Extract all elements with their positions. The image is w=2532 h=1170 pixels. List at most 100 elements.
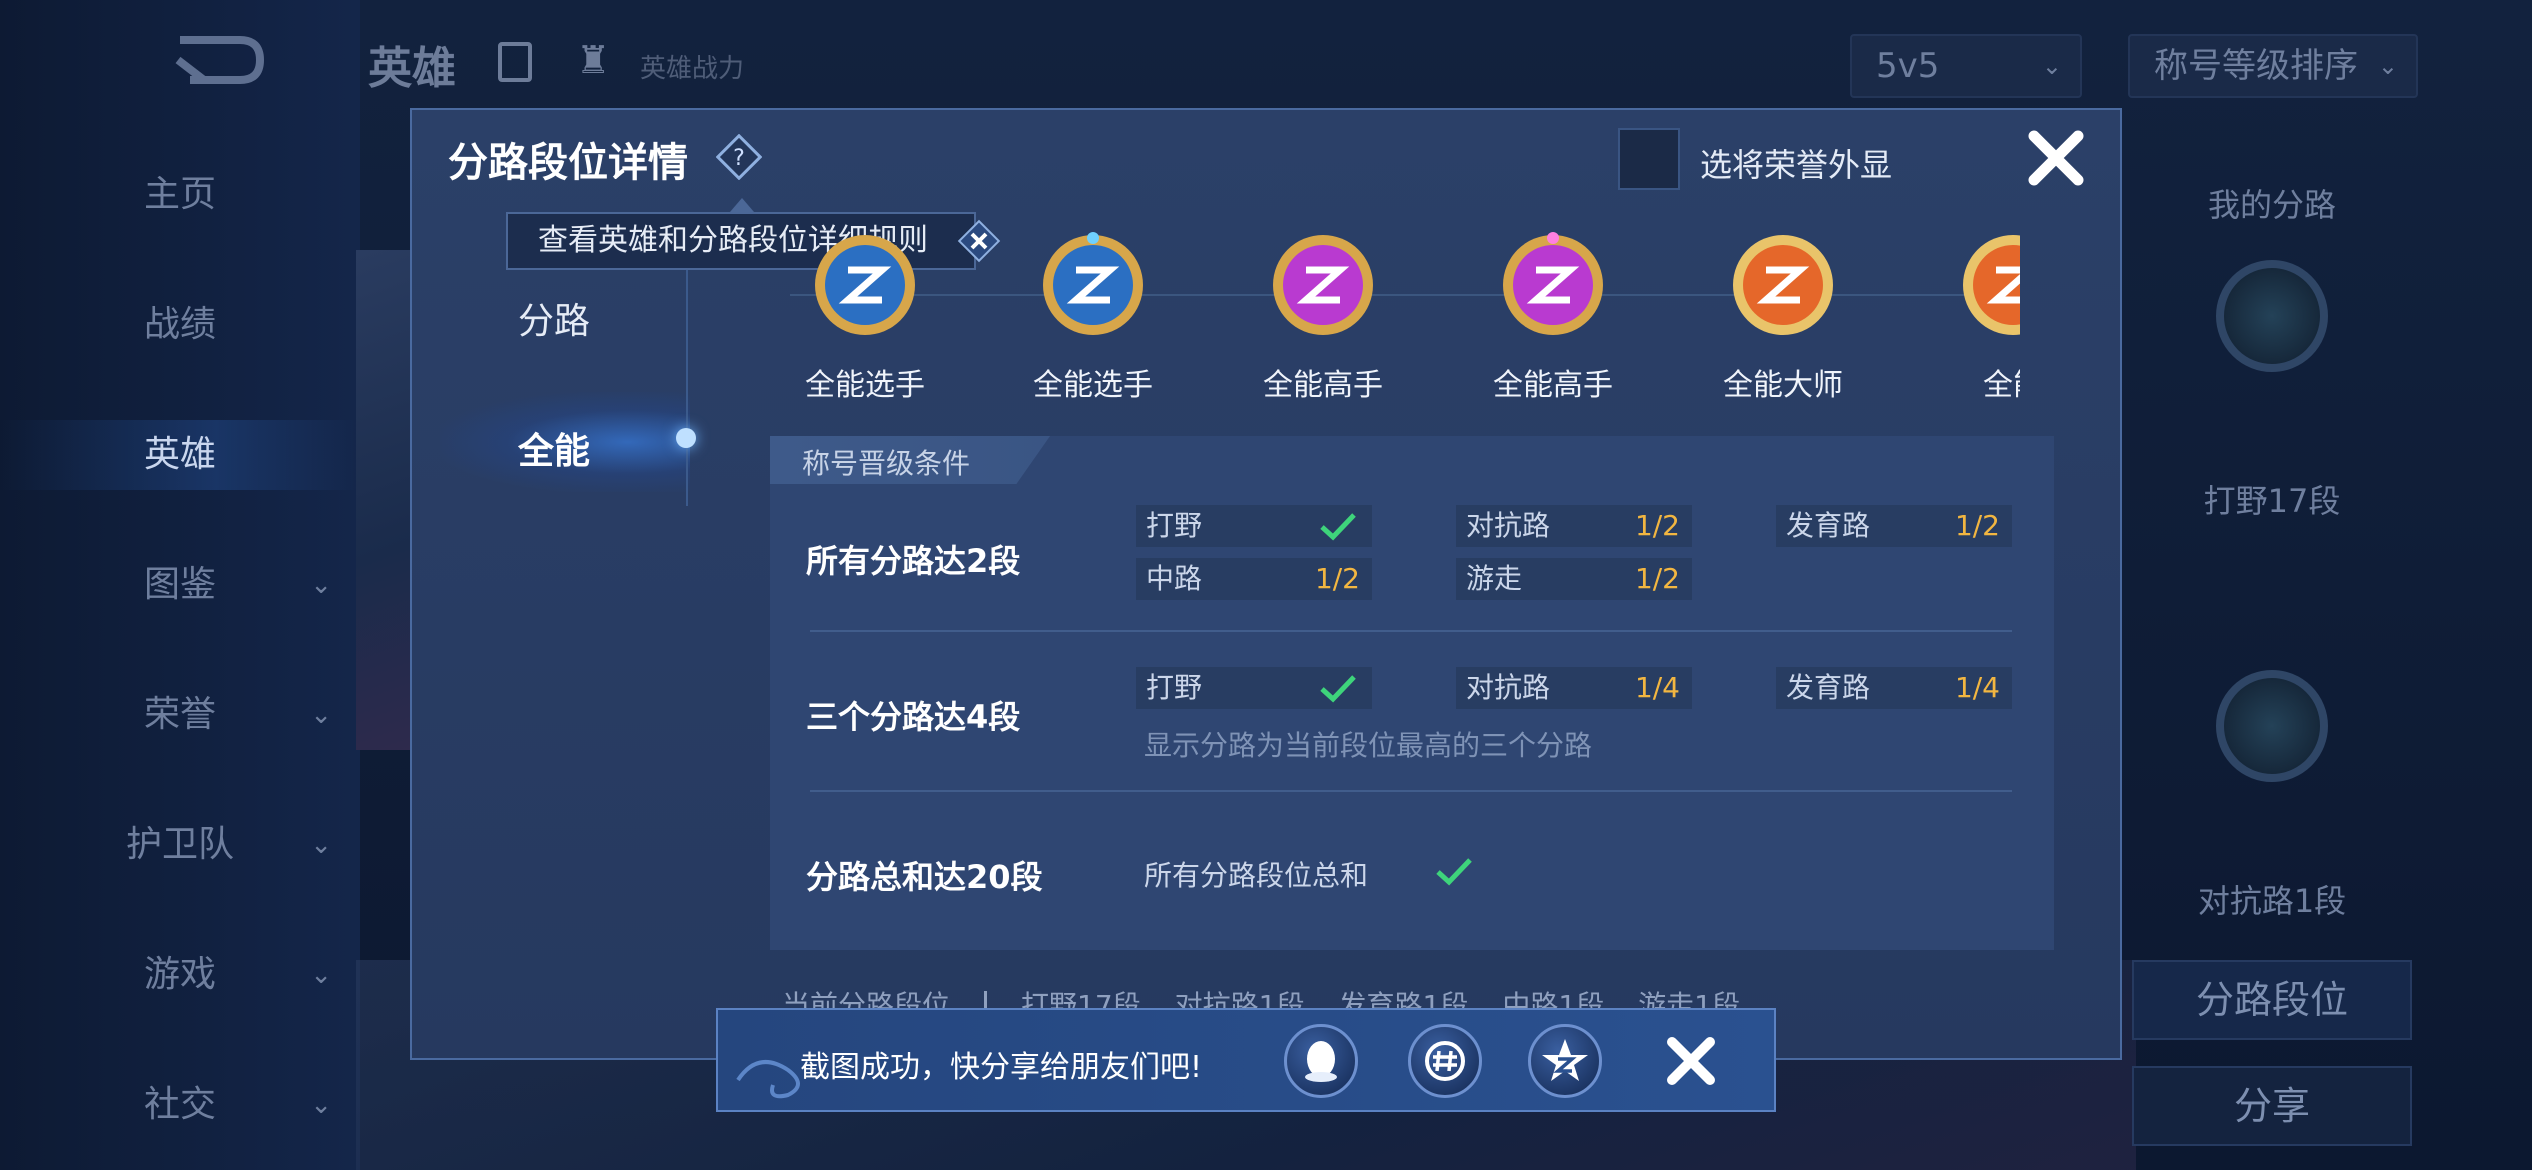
chevron-down-icon: ⌄ (310, 1090, 332, 1120)
hash-icon (1425, 1041, 1465, 1081)
condition-chip: 打野 (1136, 505, 1372, 547)
helmet-icon: ♜ (576, 38, 611, 82)
chevron-down-icon: ⌄ (310, 960, 332, 990)
chip-progress: 1/4 (1954, 671, 2000, 704)
topbar-title: 英雄 (368, 43, 456, 94)
check-icon (1436, 858, 1472, 886)
condition-divider (810, 790, 2012, 792)
chip-label: 发育路 (1786, 671, 1871, 704)
chevron-down-icon: ⌄ (310, 830, 332, 860)
badge-item[interactable]: 全能选手 (790, 222, 940, 412)
condition-divider (810, 630, 2012, 632)
hero-power-label[interactable]: 英雄战力 (640, 48, 744, 85)
share-qq-button[interactable] (1284, 1024, 1358, 1098)
chip-progress: 1/2 (1634, 509, 1680, 542)
nav-item-hero[interactable]: 英雄 (0, 420, 360, 490)
badge-item[interactable]: 全能选手 (1018, 222, 1168, 412)
badge-item[interactable]: 全能高手 (1248, 222, 1398, 412)
chip-progress: 1/2 (1314, 562, 1360, 595)
document-icon[interactable] (498, 42, 532, 82)
mode-dropdown[interactable]: 5v5 ⌄ (1850, 34, 2082, 98)
nav-item-guard[interactable]: 护卫队 ⌄ (0, 810, 360, 880)
nav-item-label: 战绩 (143, 304, 216, 345)
chevron-down-icon: ⌄ (310, 570, 332, 600)
clash-emblem-icon (2216, 670, 2328, 782)
qq-icon (1305, 1041, 1337, 1082)
nav-item-honor[interactable]: 荣誉 ⌄ (0, 680, 360, 750)
badge-name: 全能高手 (1493, 368, 1613, 403)
nav-item-label: 护卫队 (125, 824, 234, 865)
toast-message: 截图成功，快分享给朋友们吧! (800, 1050, 1203, 1085)
chip-progress: 1/2 (1954, 509, 2000, 542)
chip-label: 游走 (1466, 562, 1523, 595)
nav-item-social[interactable]: 社交 ⌄ (0, 1070, 360, 1140)
share-qzone-button[interactable] (1528, 1024, 1602, 1098)
condition-title: 三个分路达4段 (806, 698, 1021, 736)
sort-dropdown[interactable]: 称号等级排序 ⌄ (2128, 34, 2418, 98)
right-panel: 我的分路 打野17段 对抗路1段 分路段位 分享 (2132, 150, 2412, 1150)
condition-chip: 发育路 1/2 (1776, 505, 2012, 547)
allround-badge-blue-icon (1043, 232, 1143, 335)
honor-display-label: 选将荣誉外显 (1700, 146, 1893, 184)
nav-item-home[interactable]: 主页 (0, 160, 360, 230)
badge-name: 全能选手 (1033, 368, 1153, 403)
close-icon[interactable] (2020, 122, 2092, 194)
nav-item-record[interactable]: 战绩 (0, 290, 360, 360)
share-button[interactable]: 分享 (2132, 1066, 2412, 1146)
chip-label: 对抗路 (1466, 509, 1551, 542)
badge-name: 全能 (1983, 368, 2020, 403)
chevron-down-icon: ⌄ (2041, 52, 2062, 80)
condition-chip: 发育路 1/4 (1776, 667, 2012, 709)
sort-dropdown-value: 称号等级排序 (2154, 46, 2358, 86)
conditions-header: 称号晋级条件 (802, 447, 971, 480)
allround-badge-purple-icon (1503, 232, 1603, 335)
condition-chip: 对抗路 1/2 (1456, 505, 1692, 547)
lane-rank-button[interactable]: 分路段位 (2132, 960, 2412, 1040)
condition-title: 所有分路达2段 (806, 542, 1021, 580)
allround-badge-orange-icon (1733, 235, 1833, 335)
badge-item[interactable]: 全能 (1938, 222, 2020, 412)
condition-title: 分路总和达20段 (806, 858, 1043, 896)
jungle-rank: 打野17段 (2203, 482, 2341, 520)
tab-lane[interactable]: 分路 (518, 292, 590, 344)
help-icon[interactable]: ? (716, 134, 762, 180)
honor-display-checkbox[interactable] (1618, 128, 1680, 190)
badge-item[interactable]: 全能大师 (1708, 222, 1858, 412)
condition-chip: 中路 1/2 (1136, 558, 1372, 600)
chip-label: 中路 (1146, 562, 1203, 595)
my-lane-title: 我的分路 (2207, 186, 2336, 224)
chevron-down-icon: ⌄ (310, 700, 332, 730)
nav-item-label: 图鉴 (143, 564, 216, 605)
tab-indicator (676, 428, 696, 448)
nav-item-label: 主页 (143, 174, 216, 215)
condition-chip: 游走 1/2 (1456, 558, 1692, 600)
svg-text:?: ? (733, 146, 745, 171)
nav-item-game[interactable]: 游戏 ⌄ (0, 940, 360, 1010)
condition-label: 所有分路段位总和 (1144, 859, 1369, 892)
check-icon (1320, 675, 1356, 703)
hero-card-art (356, 250, 416, 750)
dialog-title: 分路段位详情 (448, 140, 688, 186)
badge-item[interactable]: 全能高手 (1478, 222, 1628, 412)
badge-name: 全能大师 (1723, 368, 1843, 403)
tab-divider (686, 270, 688, 506)
chip-progress: 1/2 (1634, 562, 1680, 595)
nav-item-label: 英雄 (143, 434, 216, 475)
condition-note: 显示分路为当前段位最高的三个分路 (1144, 729, 1593, 762)
nav-item-label: 游戏 (143, 954, 216, 995)
allround-badge-orange-icon (1963, 235, 2020, 335)
toast-close-icon[interactable] (1656, 1026, 1726, 1096)
back-icon[interactable] (160, 30, 270, 90)
tab-allround[interactable]: 全能 (518, 422, 590, 474)
left-nav: 主页 战绩 英雄 图鉴 ⌄ 荣誉 ⌄ 护卫队 ⌄ 游戏 ⌄ 社交 ⌄ (0, 0, 360, 1170)
chevron-down-icon: ⌄ (2377, 52, 2398, 80)
jungle-emblem-icon (2216, 260, 2328, 372)
nav-item-label: 荣誉 (143, 694, 216, 735)
nav-item-codex[interactable]: 图鉴 ⌄ (0, 550, 360, 620)
chip-label: 打野 (1146, 671, 1203, 704)
condition-chip: 打野 (1136, 667, 1372, 709)
share-hash-button[interactable] (1408, 1024, 1482, 1098)
chip-label: 发育路 (1786, 509, 1871, 542)
clash-rank: 对抗路1段 (2197, 882, 2347, 920)
badge-strip[interactable]: 全能选手 全能选手 全能高手 全能高手 全能大师 全能 (790, 222, 2020, 412)
